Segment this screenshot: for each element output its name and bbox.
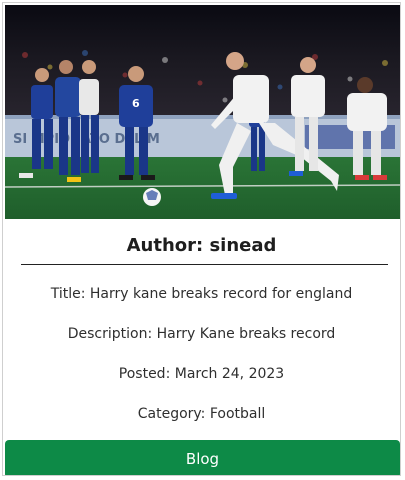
blog-button[interactable]: Blog — [5, 440, 400, 475]
post-image: SI MPIONATO DEL M — [5, 5, 400, 219]
post-card: SI MPIONATO DEL M — [2, 2, 401, 476]
divider — [21, 264, 388, 265]
post-date: Posted: March 24, 2023 — [118, 366, 285, 382]
post-title: Title: Harry kane breaks record for engl… — [50, 286, 353, 302]
post-description: Description: Harry Kane breaks record — [67, 326, 336, 342]
author-heading: Author: sinead — [126, 235, 277, 256]
svg-text:6: 6 — [132, 97, 140, 110]
post-category: Category: Football — [137, 406, 266, 422]
